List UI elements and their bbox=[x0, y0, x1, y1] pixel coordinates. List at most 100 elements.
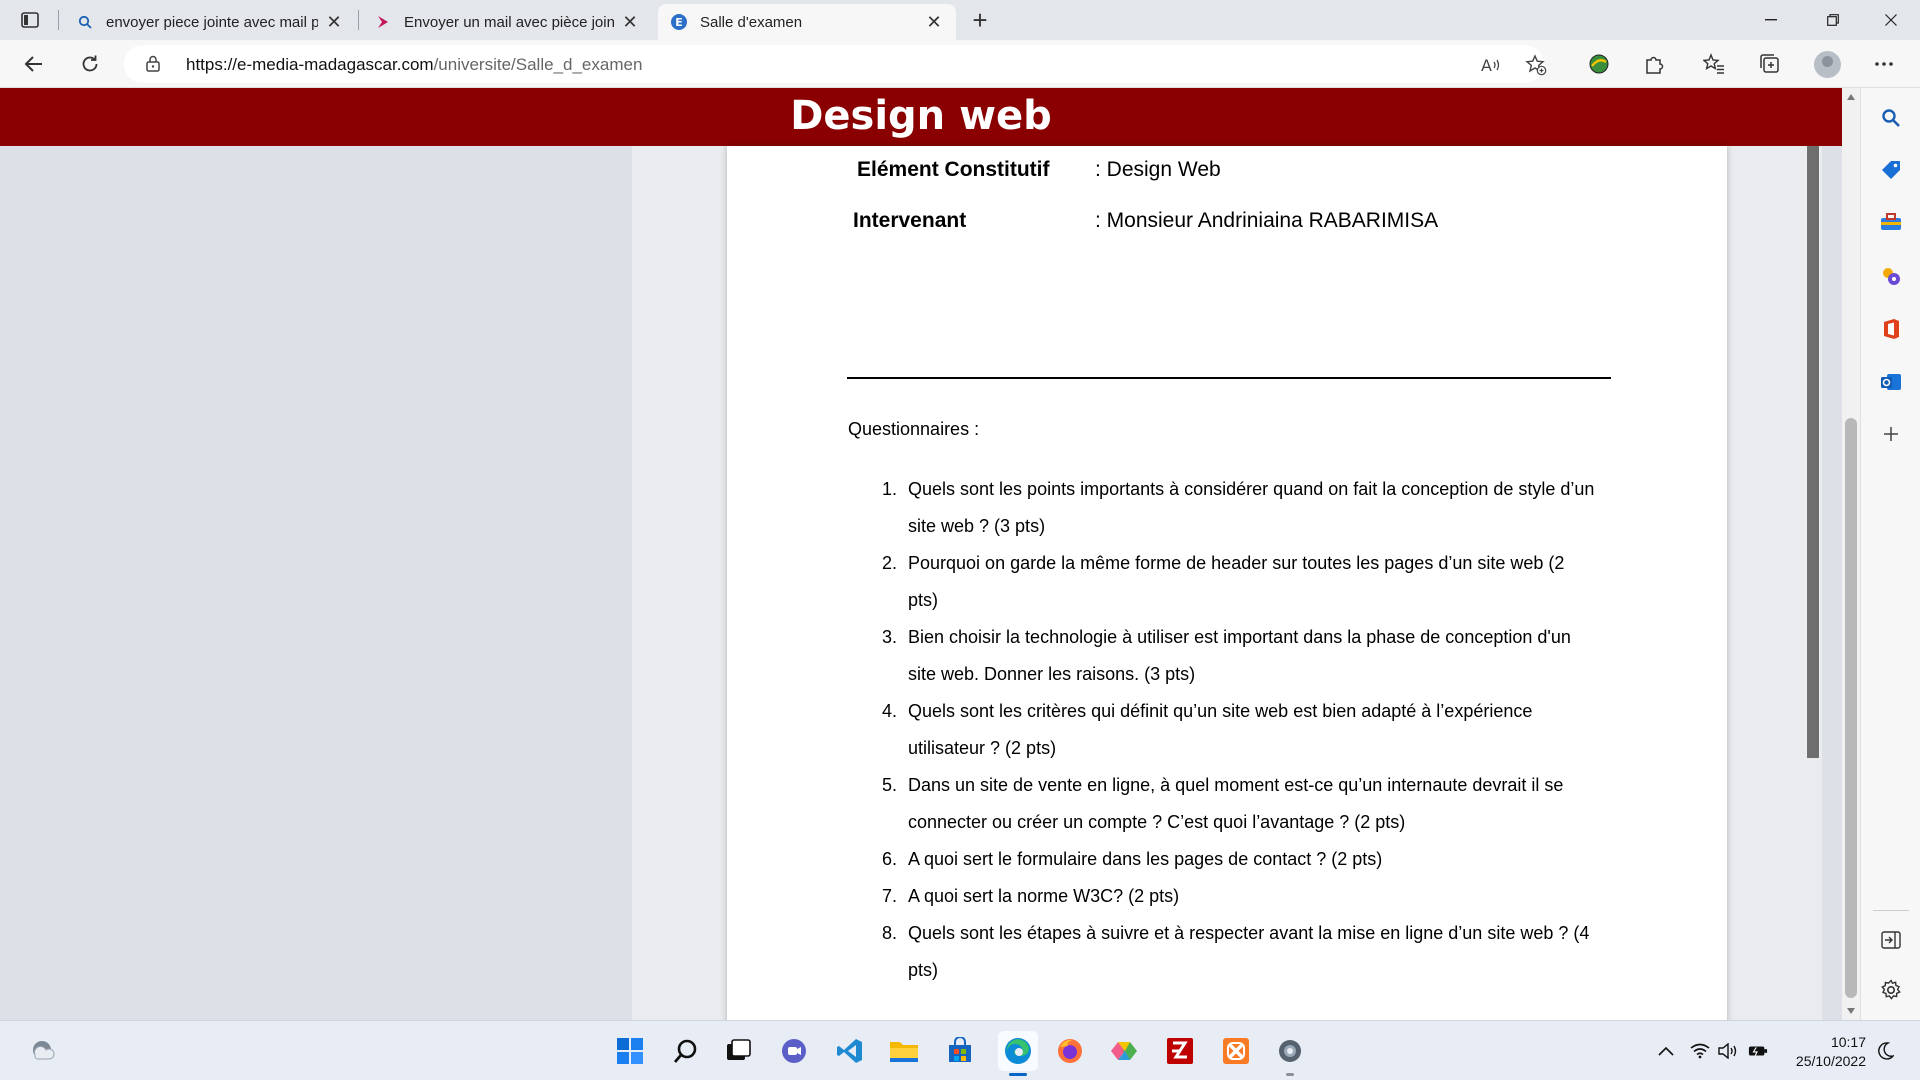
question-number: 8. bbox=[881, 923, 897, 943]
refresh-button[interactable] bbox=[74, 48, 106, 80]
taskbar-clock[interactable]: 10:17 25/10/2022 bbox=[1784, 1033, 1866, 1071]
meta-label: Elément Constitutif bbox=[857, 158, 1050, 181]
question-number: 1. bbox=[881, 479, 897, 499]
question-text: Bien choisir la technologie à utiliser e… bbox=[908, 627, 1571, 684]
close-window-button[interactable] bbox=[1868, 6, 1914, 34]
profile-avatar[interactable] bbox=[1814, 51, 1841, 78]
meta-value: : Monsieur Andriniaina RABARIMISA bbox=[1095, 209, 1439, 232]
tab-title: envoyer piece jointe avec mail ph bbox=[106, 13, 318, 31]
new-tab-button[interactable]: + bbox=[966, 5, 994, 35]
question-text: A quoi sert la norme W3C? (2 pts) bbox=[908, 886, 1180, 906]
running-app-indicator bbox=[1286, 1073, 1294, 1076]
add-sidebar-app-icon[interactable] bbox=[1879, 422, 1903, 446]
lock-icon[interactable] bbox=[146, 55, 160, 77]
question-text: Quels sont les étapes à suivre et à resp… bbox=[908, 923, 1590, 980]
notifications-icon[interactable] bbox=[1876, 1041, 1896, 1061]
sourcetree-app-icon[interactable] bbox=[1108, 1035, 1140, 1067]
svg-text:A: A bbox=[1481, 56, 1492, 74]
xampp-icon[interactable] bbox=[1220, 1035, 1252, 1067]
question-item: 5. Dans un site de vente en ligne, à quel… bbox=[867, 767, 1597, 841]
question-item: 1. Quels sont les points importants à con… bbox=[867, 471, 1597, 545]
tab-strip: envoyer piece jointe avec mail ph ✕ Envo… bbox=[0, 0, 1920, 40]
tab-actions-icon[interactable] bbox=[16, 8, 44, 32]
chevron-up-icon[interactable] bbox=[1656, 1041, 1676, 1061]
more-options-icon[interactable] bbox=[1870, 50, 1898, 78]
tab-title: Envoyer un mail avec pièce jointe bbox=[404, 13, 614, 31]
clock-date: 25/10/2022 bbox=[1795, 1053, 1866, 1069]
question-text: A quoi sert le formulaire dans les pages… bbox=[908, 849, 1383, 869]
close-icon[interactable]: ✕ bbox=[620, 12, 640, 32]
microsoft-store-icon[interactable] bbox=[944, 1035, 976, 1067]
task-view-icon[interactable] bbox=[722, 1035, 754, 1067]
question-number: 5. bbox=[881, 775, 897, 795]
question-item: 2. Pourquoi on garde la même forme de hea… bbox=[867, 545, 1597, 619]
search-icon[interactable] bbox=[1879, 106, 1903, 130]
site-favicon-icon bbox=[374, 13, 392, 31]
restore-button[interactable] bbox=[1810, 6, 1856, 34]
add-favorite-icon[interactable] bbox=[1524, 53, 1548, 77]
filezilla-icon[interactable] bbox=[1164, 1035, 1196, 1067]
scroll-down-arrow[interactable] bbox=[1847, 1008, 1855, 1014]
vscode-icon[interactable] bbox=[834, 1035, 866, 1067]
outlook-icon[interactable] bbox=[1879, 370, 1903, 394]
meta-row-intervenant: Intervenant bbox=[853, 209, 966, 233]
tab-separator bbox=[358, 10, 359, 30]
svg-text:E: E bbox=[675, 16, 683, 29]
question-number: 4. bbox=[881, 701, 897, 721]
page-banner-title: Design web bbox=[0, 88, 1842, 146]
weather-icon[interactable] bbox=[26, 1035, 58, 1067]
wifi-icon[interactable] bbox=[1690, 1041, 1710, 1061]
page-scrollbar-thumb[interactable] bbox=[1845, 418, 1857, 998]
close-icon[interactable]: ✕ bbox=[324, 12, 344, 32]
shopping-tag-icon[interactable] bbox=[1879, 158, 1903, 182]
back-button[interactable] bbox=[18, 48, 50, 80]
url-path: /universite/Salle_d_examen bbox=[433, 55, 643, 74]
settings-gear-icon[interactable] bbox=[1274, 1035, 1306, 1067]
hide-sidebar-icon[interactable] bbox=[1879, 928, 1903, 952]
office-icon[interactable] bbox=[1879, 317, 1903, 341]
document-scrollbar[interactable] bbox=[1806, 146, 1820, 758]
collections-icon[interactable] bbox=[1756, 50, 1784, 78]
search-icon[interactable] bbox=[670, 1035, 702, 1067]
address-bar[interactable]: https://e-media-madagascar.com/universit… bbox=[124, 45, 1547, 83]
document-scrollbar-thumb[interactable] bbox=[1807, 146, 1819, 758]
sidebar-divider bbox=[1873, 910, 1909, 911]
question-item: 8. Quels sont les étapes à suivre et à re… bbox=[867, 915, 1597, 989]
extension-icon[interactable] bbox=[1585, 50, 1613, 78]
question-text: Pourquoi on garde la même forme de heade… bbox=[908, 553, 1565, 610]
taskbar: 10:17 25/10/2022 bbox=[0, 1020, 1920, 1080]
edge-browser-icon[interactable] bbox=[998, 1031, 1038, 1071]
start-windows-icon[interactable] bbox=[614, 1035, 646, 1067]
question-number: 2. bbox=[881, 553, 897, 573]
meta-label: Intervenant bbox=[853, 209, 967, 232]
scroll-up-arrow[interactable] bbox=[1847, 94, 1855, 100]
read-aloud-icon[interactable]: A bbox=[1480, 53, 1504, 77]
tab-title: Salle d'examen bbox=[700, 13, 803, 31]
question-text: Quels sont les critères qui définit qu’u… bbox=[908, 701, 1533, 758]
tools-icon[interactable] bbox=[1879, 210, 1903, 234]
page-scrollbar[interactable] bbox=[1842, 88, 1860, 1020]
question-number: 3. bbox=[881, 627, 897, 647]
extensions-puzzle-icon[interactable] bbox=[1640, 50, 1668, 78]
teams-chat-icon[interactable] bbox=[778, 1035, 810, 1067]
question-number: 6. bbox=[881, 849, 897, 869]
site-favicon-icon: E bbox=[670, 13, 688, 31]
tab-search[interactable]: envoyer piece jointe avec mail ph ✕ bbox=[64, 4, 356, 40]
question-text: Quels sont les points importants à consi… bbox=[908, 479, 1595, 536]
battery-icon[interactable] bbox=[1748, 1041, 1768, 1061]
settings-gear-icon[interactable] bbox=[1879, 978, 1903, 1002]
file-explorer-icon[interactable] bbox=[888, 1035, 920, 1067]
search-icon bbox=[76, 13, 94, 31]
page-viewport: Design web Elément Constitutif : Design … bbox=[0, 88, 1842, 1020]
tab-salle-examen[interactable]: E Salle d'examen ✕ bbox=[658, 4, 956, 40]
minimize-button[interactable] bbox=[1748, 6, 1794, 34]
firefox-icon[interactable] bbox=[1054, 1035, 1086, 1067]
question-text: Dans un site de vente en ligne, à quel m… bbox=[908, 775, 1564, 832]
close-icon[interactable]: ✕ bbox=[924, 12, 944, 32]
question-item: 6. A quoi sert le formulaire dans les pag… bbox=[867, 841, 1597, 878]
tab-mail-article[interactable]: Envoyer un mail avec pièce jointe ✕ bbox=[362, 4, 652, 40]
favorites-icon[interactable] bbox=[1700, 50, 1728, 78]
question-list: 1. Quels sont les points importants à con… bbox=[867, 471, 1597, 989]
games-icon[interactable] bbox=[1879, 264, 1903, 288]
volume-icon[interactable] bbox=[1718, 1041, 1738, 1061]
